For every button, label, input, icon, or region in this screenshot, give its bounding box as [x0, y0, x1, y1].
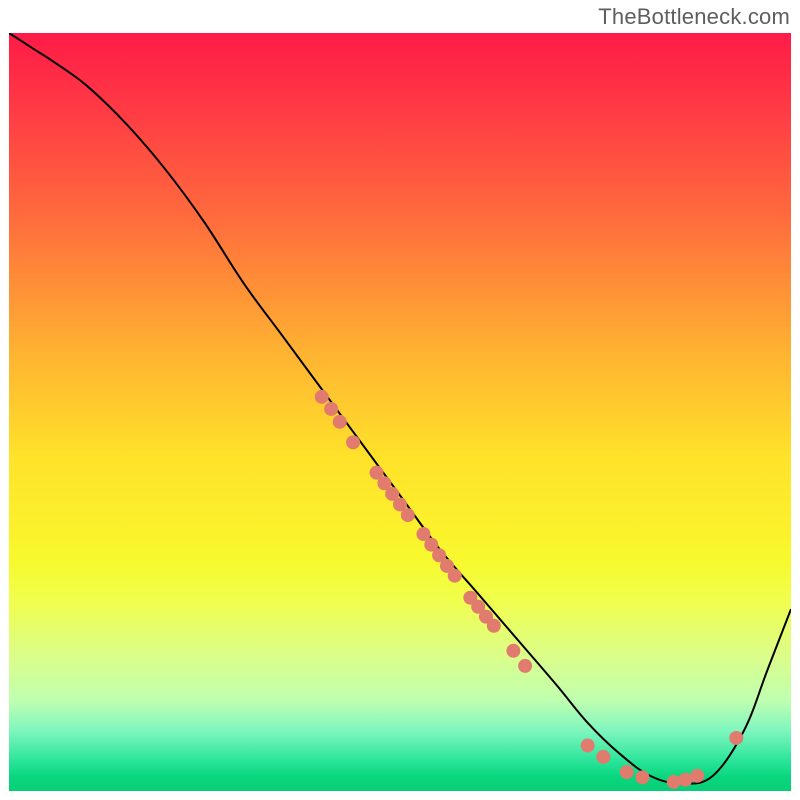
bottleneck-curve — [9, 33, 791, 784]
attribution-text: TheBottleneck.com — [598, 4, 790, 30]
data-point-cluster-low-4 — [487, 619, 501, 633]
plot-area — [9, 33, 791, 791]
data-point-cluster-low-6 — [518, 659, 532, 673]
data-point-bottom-4 — [635, 770, 649, 784]
data-point-bottom-3 — [620, 765, 634, 779]
data-point-bottom-5 — [667, 775, 681, 789]
data-point-bottom-1 — [581, 739, 595, 753]
data-point-cluster-mid-5 — [401, 508, 415, 522]
data-point-bottom-2 — [596, 750, 610, 764]
chart-svg — [9, 33, 791, 791]
data-point-cluster-upper-1 — [315, 390, 329, 404]
data-point-cluster-low-5 — [506, 644, 520, 658]
data-point-rise-1 — [729, 731, 743, 745]
data-point-cluster-upper-4 — [346, 435, 360, 449]
data-point-cluster-upper-3 — [333, 415, 347, 429]
data-point-cluster-upper-2 — [324, 402, 338, 416]
data-point-bottom-7 — [690, 769, 704, 783]
data-point-cluster-mid-10 — [448, 569, 462, 583]
